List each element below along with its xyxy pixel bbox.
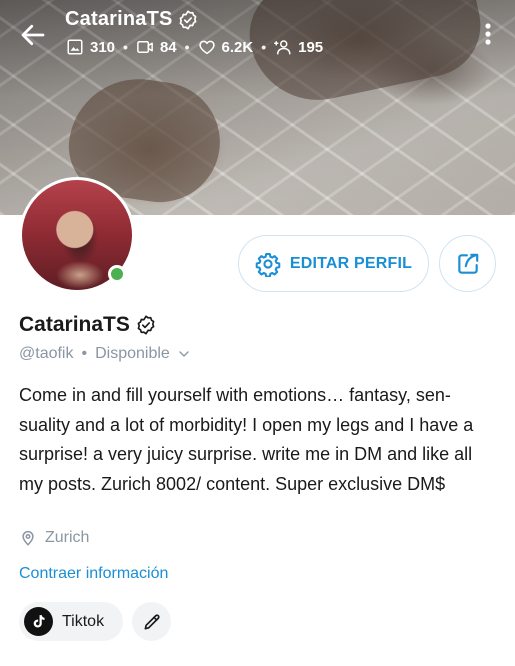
stat-separator: • bbox=[184, 39, 190, 55]
stat-separator: • bbox=[261, 39, 267, 55]
edit-social-links-button[interactable] bbox=[132, 602, 171, 641]
user-star-icon bbox=[274, 40, 291, 55]
arrow-left-icon bbox=[21, 24, 45, 46]
pencil-icon bbox=[144, 613, 160, 629]
stat-likes-count: 6.2K bbox=[221, 38, 254, 56]
profile-bio: Come in and fill yourself with emotions…… bbox=[19, 385, 474, 494]
gear-icon bbox=[255, 252, 281, 277]
stat-videos-count: 84 bbox=[159, 38, 177, 56]
heart-icon bbox=[198, 40, 215, 55]
edit-profile-button[interactable]: EDITAR PERFIL bbox=[238, 235, 429, 292]
availability-dropdown[interactable]: Disponible bbox=[95, 345, 192, 363]
location-pin-icon bbox=[22, 530, 34, 546]
profile-header: CatarinaTS 310 • 84 • 6.2K • 195 bbox=[0, 0, 515, 70]
stat-photos: 310 bbox=[66, 38, 115, 56]
stat-likes: 6.2K bbox=[198, 38, 254, 56]
stat-photos-count: 310 bbox=[90, 38, 116, 56]
handle-separator: • bbox=[81, 345, 88, 362]
video-icon bbox=[137, 41, 153, 53]
profile-location: Zurich bbox=[19, 529, 89, 547]
availability-status: Disponible bbox=[95, 345, 170, 362]
chevron-down-icon bbox=[179, 351, 189, 357]
online-status-indicator bbox=[108, 265, 126, 283]
stat-fans: 195 bbox=[274, 38, 323, 56]
location-text: Zurich bbox=[45, 529, 90, 546]
share-button[interactable] bbox=[439, 235, 496, 292]
stat-fans-count: 195 bbox=[298, 38, 324, 56]
more-menu-button[interactable] bbox=[478, 20, 498, 48]
header-title: CatarinaTS bbox=[65, 8, 173, 30]
image-icon bbox=[67, 39, 83, 55]
profile-name-row: CatarinaTS bbox=[19, 313, 157, 337]
profile-handle: @taofik bbox=[19, 345, 74, 362]
tiktok-icon bbox=[24, 607, 53, 636]
stat-videos: 84 bbox=[136, 38, 177, 56]
header-stats: 310 • 84 • 6.2K • 195 bbox=[66, 38, 323, 56]
stat-separator: • bbox=[123, 39, 128, 55]
collapse-info-link[interactable]: Contraer información bbox=[19, 565, 168, 583]
back-button[interactable] bbox=[18, 20, 48, 50]
handle-row: @taofik • Disponible bbox=[19, 345, 192, 363]
verified-icon bbox=[137, 315, 155, 335]
header-title-row: CatarinaTS bbox=[65, 8, 199, 31]
social-link-label: Tiktok bbox=[62, 612, 105, 630]
edit-profile-label: EDITAR PERFIL bbox=[289, 254, 413, 272]
verified-icon bbox=[179, 9, 197, 30]
profile-name: CatarinaTS bbox=[19, 313, 130, 336]
social-link-tiktok[interactable]: Tiktok bbox=[19, 602, 123, 641]
share-icon bbox=[457, 253, 478, 274]
more-vertical-icon bbox=[485, 23, 491, 45]
